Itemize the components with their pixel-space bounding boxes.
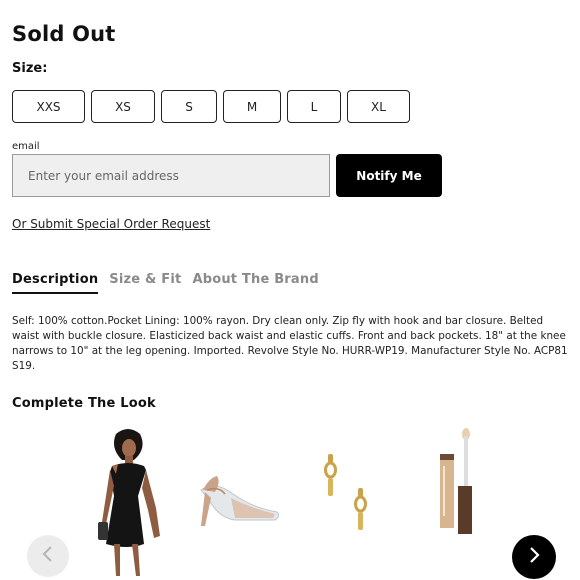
size-option-xxs[interactable]: XXS — [12, 90, 85, 123]
tab-size-fit[interactable]: Size & Fit — [109, 272, 181, 294]
tab-about-brand[interactable]: About The Brand — [192, 272, 318, 294]
gold-drop-earrings-image[interactable] — [318, 450, 374, 538]
size-option-s[interactable]: S — [161, 90, 217, 123]
carousel-prev-button[interactable] — [27, 535, 69, 577]
special-order-link[interactable]: Or Submit Special Order Request — [12, 217, 210, 231]
concealer-tube-image[interactable] — [436, 426, 480, 538]
tab-description[interactable]: Description — [12, 272, 99, 294]
chevron-left-icon — [41, 546, 55, 566]
one-shoulder-dress-image[interactable] — [88, 426, 168, 580]
email-label: email — [12, 141, 40, 152]
size-option-m[interactable]: M — [223, 90, 281, 123]
chevron-right-icon — [527, 547, 541, 567]
product-info-tabs: Description Size & Fit About The Brand — [12, 272, 319, 294]
email-field[interactable] — [12, 154, 330, 197]
product-description: Self: 100% cotton.Pocket Lining: 100% ra… — [12, 315, 568, 372]
clear-slingback-heel-image[interactable] — [195, 468, 281, 538]
size-option-xl[interactable]: XL — [347, 90, 410, 123]
size-option-l[interactable]: L — [287, 90, 341, 123]
size-options: XXS XS S M L XL — [12, 90, 410, 123]
size-label: Size: — [12, 61, 48, 76]
sold-out-title: Sold Out — [12, 22, 116, 46]
complete-the-look-carousel — [0, 420, 580, 580]
size-option-xs[interactable]: XS — [91, 90, 155, 123]
notify-me-button[interactable]: Notify Me — [336, 154, 442, 197]
complete-the-look-title: Complete The Look — [12, 396, 156, 411]
carousel-next-button[interactable] — [512, 535, 556, 579]
